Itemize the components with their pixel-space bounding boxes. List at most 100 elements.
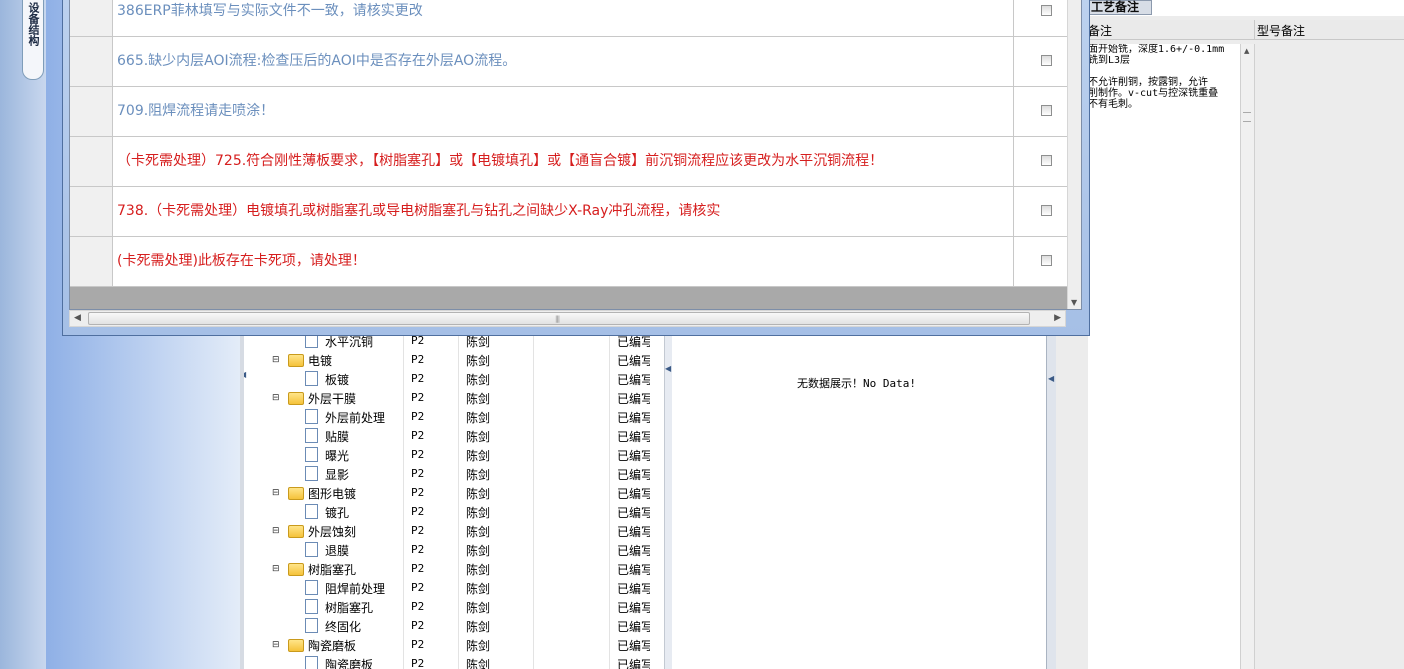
row-header-cell[interactable]	[70, 0, 113, 36]
row-header-cell[interactable]	[70, 187, 113, 236]
tree-row[interactable]: 陶瓷磨板 P2 陈剑 已编写	[248, 654, 668, 669]
vertical-scrollbar[interactable]: ▼	[1067, 0, 1081, 309]
confirm-checkbox[interactable]	[1041, 155, 1052, 166]
tree-row[interactable]: 板镀 P2 陈剑 已编写	[248, 369, 668, 388]
tree-node-person: 陈剑	[466, 620, 491, 634]
cell-separator	[1013, 137, 1014, 186]
confirm-checkbox[interactable]	[1041, 105, 1052, 116]
tree-node-label: 板镀	[325, 373, 350, 387]
tree-node-person: 陈剑	[466, 525, 491, 539]
validation-message-row[interactable]: 665.缺少内层AOI流程:检查压后的AOI中是否存在外层AO流程。	[70, 37, 1067, 87]
tree-node-code: P2	[411, 410, 425, 423]
tree-row[interactable]: 贴膜 P2 陈剑 已编写	[248, 426, 668, 445]
tree-row[interactable]: ⊟ 陶瓷磨板 P2 陈剑 已编写	[248, 635, 668, 654]
scroll-right-icon[interactable]: ▶	[1054, 313, 1061, 323]
scroll-grip-icon[interactable]	[1243, 112, 1251, 122]
tree-node-status: 已编写	[617, 639, 650, 653]
tree-node-code: P2	[411, 505, 425, 518]
validation-message-row[interactable]: 709.阻焊流程请走喷涂！	[70, 87, 1067, 137]
row-header-cell[interactable]	[70, 87, 113, 136]
tree-row[interactable]: 曝光 P2 陈剑 已编写	[248, 445, 668, 464]
panel-collapse-left-icon[interactable]: ◀	[244, 370, 246, 379]
validation-message-row[interactable]: （卡死需处理）725.符合刚性薄板要求，【树脂塞孔】或【电镀填孔】或【通盲合镀】…	[70, 137, 1067, 187]
tree-node-person: 陈剑	[466, 582, 491, 596]
tree-row[interactable]: 阻焊前处理 P2 陈剑 已编写	[248, 578, 668, 597]
tree-node-label: 外层前处理	[325, 411, 386, 425]
tree-node-status: 已编写	[617, 544, 650, 558]
tree-node-label: 陶瓷磨板	[325, 658, 374, 669]
tree-node-label: 外层蚀刻	[308, 525, 357, 539]
scroll-up-icon[interactable]: ▲	[1244, 47, 1249, 55]
tree-node-status: 已编写	[617, 563, 650, 577]
row-header-cell[interactable]	[70, 237, 113, 286]
cell-separator	[1013, 37, 1014, 86]
collapse-toggle-icon[interactable]: ⊟	[272, 564, 280, 574]
tree-row[interactable]: 镀孔 P2 陈剑 已编写	[248, 502, 668, 521]
model-notes-cell[interactable]	[1254, 44, 1404, 669]
row-header-cell[interactable]	[70, 137, 113, 186]
tree-node-label: 曝光	[325, 449, 350, 463]
tree-row[interactable]: 显影 P2 陈剑 已编写	[248, 464, 668, 483]
scroll-left-icon[interactable]: ◀	[74, 313, 81, 323]
tab-craft-notes[interactable]: 工艺备注	[1088, 0, 1152, 15]
tree-row[interactable]: 退膜 P2 陈剑 已编写	[248, 540, 668, 559]
cell-separator	[1013, 87, 1014, 136]
collapse-toggle-icon[interactable]: ⊟	[272, 488, 280, 498]
tree-row[interactable]: 树脂塞孔 P2 陈剑 已编写	[248, 597, 668, 616]
file-icon	[305, 428, 318, 443]
splitter-arrow-icon[interactable]: ◀	[665, 364, 671, 373]
horizontal-scrollbar[interactable]: ◀ ||| ▶	[69, 310, 1066, 327]
collapse-toggle-icon[interactable]: ⊟	[272, 526, 280, 536]
validation-dialog: 386ERP菲林填写与实际文件不一致，请核实更改 665.缺少内层AOI流程:检查…	[62, 0, 1090, 336]
splitter-arrow-icon[interactable]: ◀	[1048, 374, 1054, 383]
tree-row[interactable]: ⊟ 电镀 P2 陈剑 已编写	[248, 350, 668, 369]
tree-node-person: 陈剑	[466, 354, 491, 368]
validation-message-text: （卡死需处理）725.符合刚性薄板要求，【树脂塞孔】或【电镀填孔】或【通盲合镀】…	[117, 153, 884, 169]
tree-row[interactable]: ⊟ 外层蚀刻 P2 陈剑 已编写	[248, 521, 668, 540]
tree-node-person: 陈剑	[466, 506, 491, 520]
tree-node-code: P2	[411, 657, 425, 669]
collapse-toggle-icon[interactable]: ⊟	[272, 393, 280, 403]
tree-row[interactable]: ⊟ 图形电镀 P2 陈剑 已编写	[248, 483, 668, 502]
validation-message-text: 665.缺少内层AOI流程:检查压后的AOI中是否存在外层AO流程。	[117, 53, 517, 69]
confirm-checkbox[interactable]	[1041, 55, 1052, 66]
column-header-notes[interactable]: 备注	[1088, 20, 1254, 40]
notes-scrollbar[interactable]: ▲	[1240, 44, 1254, 669]
tree-row[interactable]: 终固化 P2 陈剑 已编写	[248, 616, 668, 635]
collapse-toggle-icon[interactable]: ⊟	[272, 640, 280, 650]
folder-icon	[288, 487, 304, 500]
row-header-cell[interactable]	[70, 37, 113, 86]
tree-node-label: 外层干膜	[308, 392, 357, 406]
tree-node-status: 已编写	[617, 468, 650, 482]
tree-node-person: 陈剑	[466, 601, 491, 615]
tree-node-person: 陈剑	[466, 468, 491, 482]
tree-node-person: 陈剑	[466, 639, 491, 653]
confirm-checkbox[interactable]	[1041, 5, 1052, 16]
craft-notes-text[interactable]: 面开始铣，深度1.6+/-0.1mm 铣到L3层 不允许削铜，按露铜，允许 削制…	[1088, 44, 1240, 669]
file-icon	[305, 618, 318, 633]
tree-node-status: 已编写	[617, 582, 650, 596]
tree-row[interactable]: 外层前处理 P2 陈剑 已编写	[248, 407, 668, 426]
tree-node-code: P2	[411, 581, 425, 594]
scroll-down-icon[interactable]: ▼	[1071, 298, 1077, 307]
validation-message-row[interactable]: 386ERP菲林填写与实际文件不一致，请核实更改	[70, 0, 1067, 37]
tree-node-person: 陈剑	[466, 392, 491, 406]
tree-node-label: 陶瓷磨板	[308, 639, 357, 653]
scrollbar-thumb[interactable]: |||	[88, 312, 1030, 325]
folder-icon	[288, 639, 304, 652]
tree-node-label: 贴膜	[325, 430, 350, 444]
file-icon	[305, 542, 318, 557]
validation-message-text: 738.（卡死需处理）电镀填孔或树脂塞孔或导电树脂塞孔与钻孔之间缺少X-Ray冲…	[117, 203, 721, 219]
tree-row[interactable]: ⊟ 外层干膜 P2 陈剑 已编写	[248, 388, 668, 407]
collapse-toggle-icon[interactable]: ⊟	[272, 355, 280, 365]
tree-node-code: P2	[411, 600, 425, 613]
tree-node-code: P2	[411, 638, 425, 651]
confirm-checkbox[interactable]	[1041, 205, 1052, 216]
confirm-checkbox[interactable]	[1041, 255, 1052, 266]
validation-message-row[interactable]: 738.（卡死需处理）电镀填孔或树脂塞孔或导电树脂塞孔与钻孔之间缺少X-Ray冲…	[70, 187, 1067, 237]
tree-node-label: 镀孔	[325, 506, 350, 520]
column-header-model-notes[interactable]: 型号备注	[1254, 20, 1404, 40]
validation-message-row[interactable]: (卡死需处理)此板存在卡死项，请处理！	[70, 237, 1067, 287]
tree-row[interactable]: ⊟ 树脂塞孔 P2 陈剑 已编写	[248, 559, 668, 578]
tab-device-structure[interactable]: 设备结构	[22, 0, 44, 80]
